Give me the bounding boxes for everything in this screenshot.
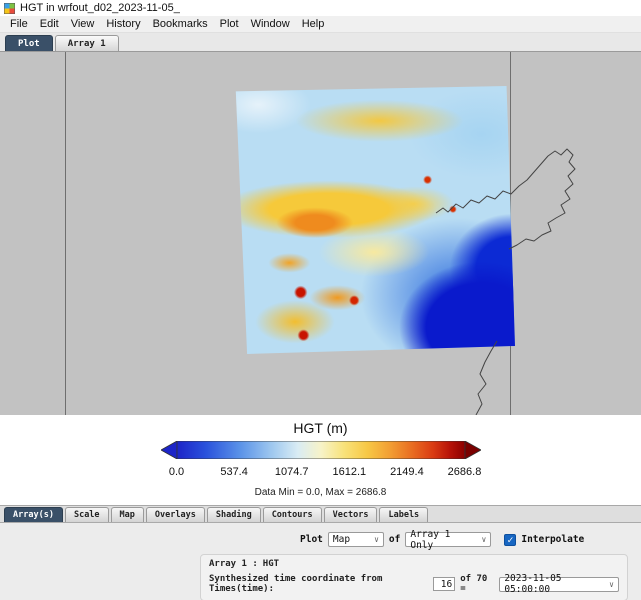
- time-index-input[interactable]: [433, 577, 455, 591]
- array-info-group: Array 1 : HGT Synthesized time coordinat…: [200, 554, 628, 600]
- coastline-south: [476, 341, 497, 415]
- array-select-value: Array 1 Only: [410, 529, 475, 551]
- plot-type-label: Plot: [300, 534, 323, 545]
- tab-array-1[interactable]: Array 1: [55, 35, 119, 51]
- time-of-label: of 70 =: [460, 574, 494, 594]
- plot-type-select[interactable]: Map ∨: [328, 532, 384, 547]
- tab-plot[interactable]: Plot: [5, 35, 53, 51]
- menu-plot[interactable]: Plot: [214, 17, 245, 31]
- tick-1: 537.4: [220, 466, 248, 478]
- menu-help[interactable]: Help: [296, 17, 331, 31]
- plot-type-row: Plot Map ∨ of Array 1 Only ∨ ✓ Interpola…: [300, 532, 641, 547]
- colorbar-max-arrow-icon: [465, 441, 481, 459]
- colorbar-gradient: [161, 441, 481, 459]
- menu-window[interactable]: Window: [245, 17, 296, 31]
- interpolate-checkbox[interactable]: ✓: [504, 534, 516, 546]
- legend-section: HGT (m): [0, 415, 641, 505]
- tick-2: 1074.7: [275, 466, 309, 478]
- tick-4: 2149.4: [390, 466, 424, 478]
- of-label: of: [389, 534, 400, 545]
- hgt-heatmap: [233, 86, 515, 354]
- chevron-down-icon: ∨: [609, 580, 614, 589]
- colorbar-min-arrow-icon: [161, 441, 177, 459]
- array-select[interactable]: Array 1 Only ∨: [405, 532, 491, 547]
- menu-history[interactable]: History: [100, 17, 146, 31]
- ctab-map[interactable]: Map: [111, 507, 144, 522]
- top-tabbar: Plot Array 1: [0, 33, 641, 52]
- tick-3: 1612.1: [332, 466, 366, 478]
- menu-bookmarks[interactable]: Bookmarks: [147, 17, 214, 31]
- menu-edit[interactable]: Edit: [34, 17, 65, 31]
- ctab-scale[interactable]: Scale: [65, 507, 109, 522]
- array-info-value: HGT: [263, 559, 279, 569]
- colorbar-ticks: 0.0 537.4 1074.7 1612.1 2149.4 2686.8: [177, 466, 465, 480]
- menubar: File Edit View History Bookmarks Plot Wi…: [0, 16, 641, 33]
- ctab-arrays[interactable]: Array(s): [4, 507, 63, 522]
- time-select[interactable]: 2023-11-05 05:00:00 ∨: [499, 577, 619, 592]
- array-info-row: Array 1 : HGT: [209, 559, 619, 569]
- menu-view[interactable]: View: [65, 17, 101, 31]
- plot-type-value: Map: [333, 534, 350, 545]
- control-panel: Array(s) Scale Map Overlays Shading Cont…: [0, 505, 641, 600]
- time-coordinate-row: Synthesized time coordinate from Times(t…: [209, 574, 619, 594]
- plot-title: HGT (m): [0, 415, 641, 436]
- ctab-labels[interactable]: Labels: [379, 507, 428, 522]
- interpolate-label: Interpolate: [521, 534, 584, 545]
- data-min-max: Data Min = 0.0, Max = 2686.8: [0, 487, 641, 498]
- chevron-down-icon: ∨: [482, 535, 487, 544]
- control-tabbar: Array(s) Scale Map Overlays Shading Cont…: [0, 506, 641, 523]
- menu-file[interactable]: File: [4, 17, 34, 31]
- ctab-contours[interactable]: Contours: [263, 507, 322, 522]
- tick-5: 2686.8: [448, 466, 482, 478]
- chevron-down-icon: ∨: [374, 535, 379, 544]
- ctab-vectors[interactable]: Vectors: [324, 507, 378, 522]
- graticule-line-left: [65, 52, 66, 415]
- array-info-label: Array 1 :: [209, 559, 258, 569]
- window-title: HGT in wrfout_d02_2023-11-05_: [20, 2, 180, 14]
- time-select-value: 2023-11-05 05:00:00: [504, 573, 603, 595]
- app-window: HGT in wrfout_d02_2023-11-05_ File Edit …: [0, 0, 641, 600]
- map-plot-area: [0, 52, 641, 415]
- app-icon: [4, 3, 15, 14]
- window-titlebar: HGT in wrfout_d02_2023-11-05_: [0, 0, 641, 16]
- tick-0: 0.0: [169, 466, 184, 478]
- ctab-shading[interactable]: Shading: [207, 507, 261, 522]
- ctab-overlays[interactable]: Overlays: [146, 507, 205, 522]
- time-coordinate-label: Synthesized time coordinate from Times(t…: [209, 574, 428, 594]
- colorbar: 0.0 537.4 1074.7 1612.1 2149.4 2686.8: [0, 441, 641, 480]
